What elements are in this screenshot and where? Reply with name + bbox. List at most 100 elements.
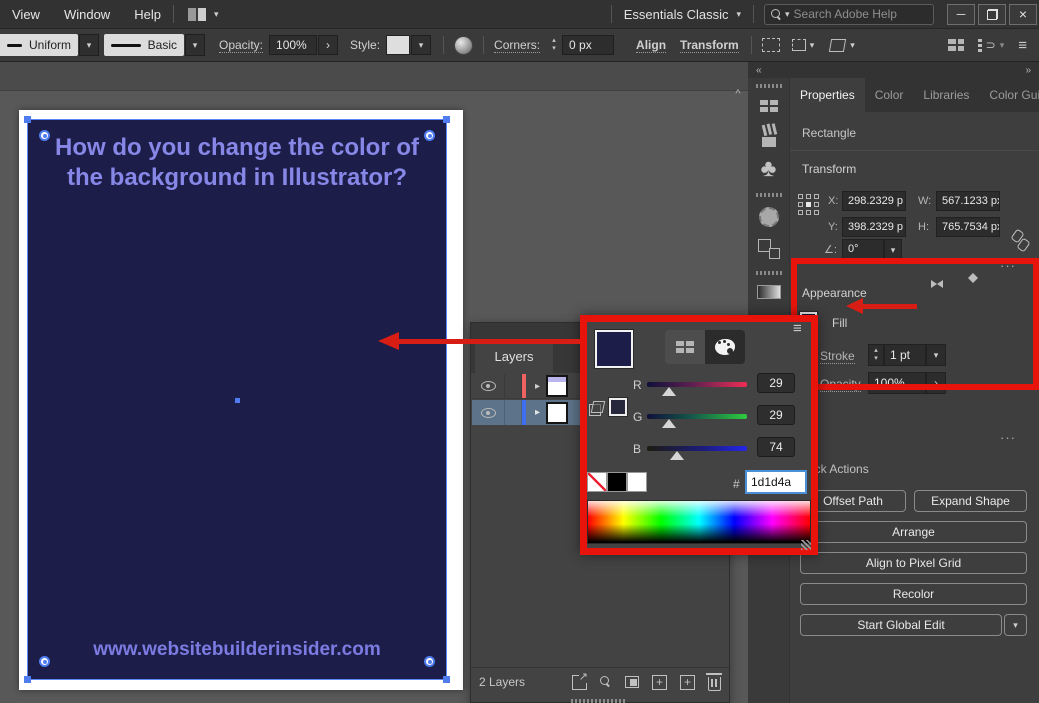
green-slider-thumb[interactable] <box>662 419 676 428</box>
green-value-field[interactable]: 29 <box>757 405 795 425</box>
opacity-field[interactable]: 100% <box>868 372 926 394</box>
selection-handle[interactable] <box>443 116 450 123</box>
panel-group-grip[interactable] <box>756 193 782 197</box>
panel-group-grip[interactable] <box>756 84 782 88</box>
stroke-weight-dropdown[interactable]: ▾ <box>926 344 946 366</box>
stroke-link[interactable]: Stroke <box>820 349 855 364</box>
global-edit-options-button[interactable]: ▾ <box>1004 614 1027 636</box>
h-field[interactable]: 765.7534 px <box>936 217 1000 237</box>
hex-input[interactable] <box>745 470 807 494</box>
panel-resize-grip[interactable] <box>801 540 811 550</box>
corner-widget-icon[interactable] <box>39 656 50 667</box>
menu-help[interactable]: Help <box>122 0 173 28</box>
stroke-weight-stepper[interactable]: ▴ ▾ <box>868 344 884 366</box>
scrollbar-up-icon[interactable]: ^ <box>731 88 745 102</box>
center-anchor-point[interactable] <box>235 398 240 403</box>
menu-view[interactable]: View <box>0 0 52 28</box>
blue-value-field[interactable]: 74 <box>757 437 795 457</box>
recolor-button[interactable]: Recolor <box>800 583 1027 605</box>
align-objects-icon[interactable] <box>948 39 964 52</box>
artboards-panel-icon[interactable] <box>758 239 780 259</box>
corner-widget-icon[interactable] <box>424 130 435 141</box>
collect-for-export-icon[interactable] <box>572 675 587 690</box>
artboard[interactable]: How do you change the color of the backg… <box>19 110 463 690</box>
stroke-profile-dropdown[interactable]: Uniform <box>0 34 78 56</box>
workspace-switcher[interactable]: Essentials Classic ▾ <box>612 7 753 22</box>
selection-handle[interactable] <box>24 676 31 683</box>
shape-mode-button[interactable]: ▾ <box>830 39 855 52</box>
close-button[interactable]: × <box>1009 4 1037 25</box>
red-slider-thumb[interactable] <box>662 387 676 396</box>
layer-thumbnail[interactable] <box>546 402 568 424</box>
expand-chevron-icon[interactable]: ▸ <box>535 381 540 392</box>
expand-shape-button[interactable]: Expand Shape <box>914 490 1027 512</box>
opacity-value[interactable]: 100% <box>269 35 317 55</box>
color-mixer-tab[interactable] <box>705 330 745 364</box>
swatches-panel-icon[interactable] <box>760 100 778 113</box>
search-input[interactable] <box>794 7 904 21</box>
appearance-more-options[interactable]: ··· <box>1000 430 1016 445</box>
new-layer-icon[interactable]: + <box>680 675 695 690</box>
opacity-flyout-button[interactable]: › <box>318 35 338 55</box>
menu-window[interactable]: Window <box>52 0 122 28</box>
y-field[interactable]: 398.2329 p <box>842 217 906 237</box>
options-menu-icon[interactable]: ≡ <box>1018 37 1027 54</box>
start-global-edit-button[interactable]: Start Global Edit <box>800 614 1002 636</box>
tab-color-guide[interactable]: Color Guid <box>979 78 1039 112</box>
expand-panels-icon[interactable]: » <box>1025 65 1031 76</box>
distribute-objects-button[interactable]: ⊃ ▾ <box>978 38 1005 52</box>
align-to-pixel-grid-button[interactable]: Align to Pixel Grid <box>800 552 1027 574</box>
gradient-panel-icon[interactable] <box>757 285 781 299</box>
blue-slider-thumb[interactable] <box>670 451 684 460</box>
style-chevron[interactable]: ▾ <box>411 35 431 55</box>
new-sublayer-icon[interactable]: + <box>652 675 667 690</box>
selection-handle[interactable] <box>443 676 450 683</box>
red-value-field[interactable]: 29 <box>757 373 795 393</box>
expand-chevron-icon[interactable]: ▸ <box>535 407 540 418</box>
lock-cell[interactable] <box>505 400 522 425</box>
restore-button[interactable] <box>978 4 1006 25</box>
lock-cell[interactable] <box>505 374 522 398</box>
collapse-panels-icon[interactable]: « <box>756 65 762 76</box>
background-rectangle[interactable]: How do you change the color of the backg… <box>27 119 447 680</box>
align-to-selection-icon[interactable] <box>762 38 780 52</box>
minimize-button[interactable]: ─ <box>947 4 975 25</box>
opacity-link[interactable]: Opacity <box>820 377 861 392</box>
layers-tab[interactable]: Layers <box>475 339 553 373</box>
delete-layer-icon[interactable] <box>708 677 721 691</box>
search-adobe-help[interactable]: ▾ <box>764 4 934 25</box>
align-link[interactable]: Align <box>636 38 666 53</box>
closest-web-color-swatch[interactable] <box>609 398 627 416</box>
isolate-selected-object-button[interactable]: ▾ <box>792 39 815 51</box>
corner-widget-icon[interactable] <box>424 656 435 667</box>
stroke-weight-field[interactable]: 1 pt <box>884 344 926 366</box>
visibility-toggle[interactable] <box>472 374 505 398</box>
style-swatch[interactable] <box>386 35 410 55</box>
selection-handle[interactable] <box>24 116 31 123</box>
color-spectrum-bar[interactable] <box>587 500 811 544</box>
rotation-dropdown[interactable]: ▾ <box>884 239 902 261</box>
opacity-link[interactable]: Opacity: <box>219 38 263 53</box>
current-color-swatch[interactable] <box>595 330 633 368</box>
blue-slider[interactable] <box>647 438 747 462</box>
feather-effect-panel-icon[interactable] <box>759 207 779 227</box>
artwork-heading-text[interactable]: How do you change the color of the backg… <box>39 133 435 193</box>
reference-point-selector[interactable] <box>798 194 822 218</box>
symbols-panel-icon[interactable]: ♣ <box>761 157 777 181</box>
recolor-artwork-icon[interactable] <box>454 36 473 55</box>
brushes-panel-icon[interactable] <box>759 125 779 147</box>
rotation-angle-field[interactable]: 0° <box>842 239 884 259</box>
visibility-toggle[interactable] <box>472 400 505 425</box>
opacity-flyout-button[interactable]: › <box>926 372 946 394</box>
corners-link[interactable]: Corners: <box>494 38 540 53</box>
tab-color[interactable]: Color <box>865 78 914 112</box>
red-slider[interactable] <box>647 374 747 398</box>
corners-stepper[interactable]: ▴ ▾ <box>546 35 562 55</box>
none-swatch[interactable] <box>587 472 607 492</box>
white-swatch[interactable] <box>627 472 647 492</box>
arrange-documents-button[interactable]: ▾ <box>188 8 219 21</box>
x-field[interactable]: 298.2329 p <box>842 191 906 211</box>
transform-more-options[interactable]: ··· <box>1000 258 1016 273</box>
transform-link[interactable]: Transform <box>680 38 739 53</box>
panel-menu-icon[interactable]: ≡ <box>793 320 802 337</box>
